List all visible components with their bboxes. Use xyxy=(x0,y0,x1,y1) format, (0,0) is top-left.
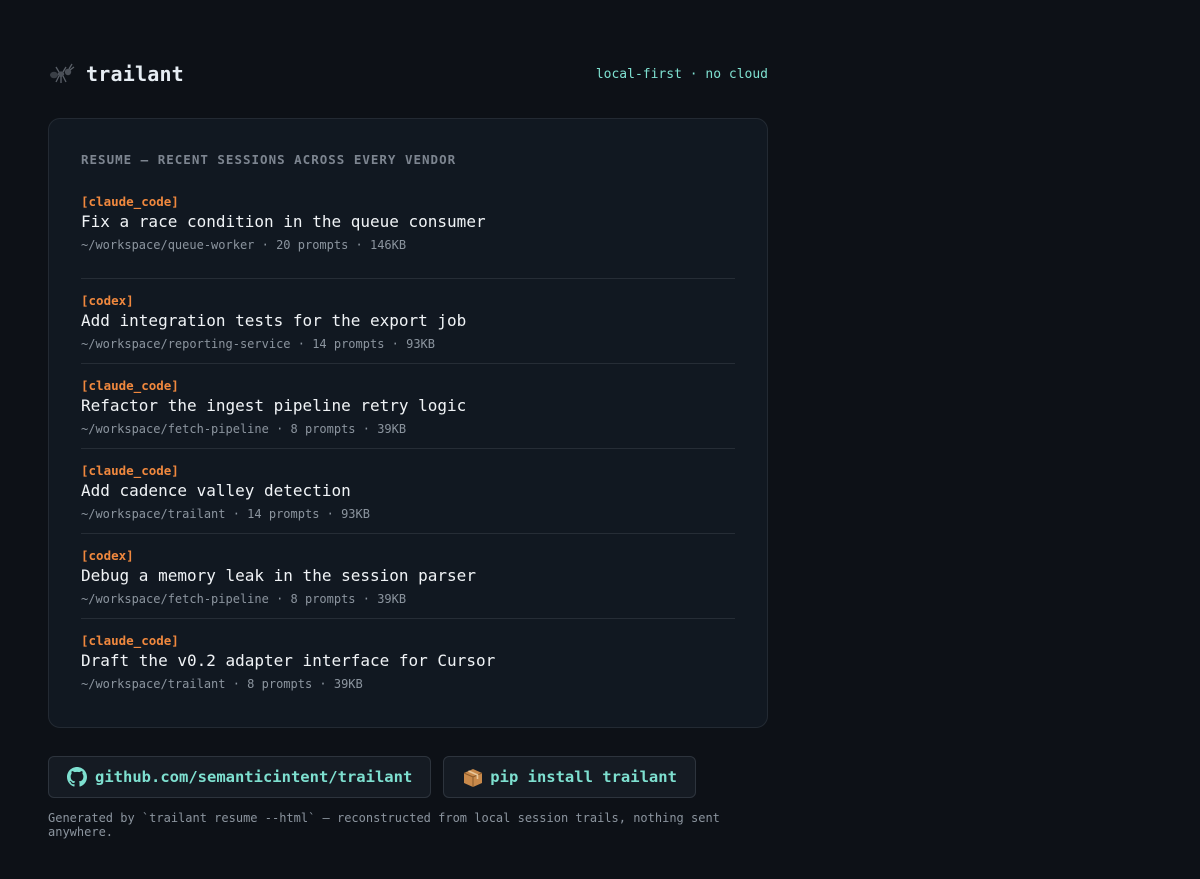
tagline: local-first · no cloud xyxy=(595,66,768,82)
session-title: Draft the v0.2 adapter interface for Cur… xyxy=(81,651,496,670)
session-vendor: [claude_code] xyxy=(81,378,179,393)
session-vendor: [codex] xyxy=(81,293,134,308)
action-buttons: github.com/semanticintent/trailant pip i… xyxy=(48,756,696,798)
session-vendor: [codex] xyxy=(81,548,134,563)
sessions-card: RESUME — RECENT SESSIONS ACROSS EVERY VE… xyxy=(48,118,768,728)
session-title: Refactor the ingest pipeline retry logic xyxy=(81,396,467,415)
session-meta: ~/workspace/fetch-pipeline · 8 prompts ·… xyxy=(81,422,407,436)
session-item[interactable]: [claude_code] Add cadence valley detecti… xyxy=(81,449,735,534)
footer-note: Generated by `trailant resume --html` — … xyxy=(48,811,720,839)
session-list: [claude_code] Fix a race condition in th… xyxy=(81,194,735,704)
session-item[interactable]: [codex] Add integration tests for the ex… xyxy=(81,279,735,364)
session-title: Fix a race condition in the queue consum… xyxy=(81,212,486,231)
session-vendor: [claude_code] xyxy=(81,194,179,209)
github-link-button[interactable]: github.com/semanticintent/trailant xyxy=(48,756,432,798)
pip-install-button[interactable]: pip install trailant xyxy=(443,756,696,798)
brand-name: trailant xyxy=(86,62,184,86)
github-icon xyxy=(67,767,87,787)
session-meta: ~/workspace/queue-worker · 20 prompts · … xyxy=(81,238,407,252)
package-icon xyxy=(462,767,483,787)
pip-install-label: pip install trailant xyxy=(490,768,677,786)
ant-icon xyxy=(48,60,76,88)
github-link-label: github.com/semanticintent/trailant xyxy=(95,768,413,786)
session-meta: ~/workspace/fetch-pipeline · 8 prompts ·… xyxy=(81,592,407,606)
session-vendor: [claude_code] xyxy=(81,633,179,648)
session-item[interactable]: [codex] Debug a memory leak in the sessi… xyxy=(81,534,735,619)
session-title: Add integration tests for the export job xyxy=(81,311,467,330)
session-item[interactable]: [claude_code] Refactor the ingest pipeli… xyxy=(81,364,735,449)
session-title: Debug a memory leak in the session parse… xyxy=(81,566,476,585)
brand: trailant xyxy=(48,60,184,88)
session-meta: ~/workspace/reporting-service · 14 promp… xyxy=(81,337,436,351)
header: trailant local-first · no cloud xyxy=(48,58,768,90)
session-item[interactable]: [claude_code] Fix a race condition in th… xyxy=(81,194,735,279)
session-item[interactable]: [claude_code] Draft the v0.2 adapter int… xyxy=(81,619,735,704)
session-meta: ~/workspace/trailant · 14 prompts · 93KB xyxy=(81,507,370,521)
session-meta: ~/workspace/trailant · 8 prompts · 39KB xyxy=(81,677,363,691)
session-title: Add cadence valley detection xyxy=(81,481,351,500)
session-vendor: [claude_code] xyxy=(81,463,179,478)
section-title: RESUME — RECENT SESSIONS ACROSS EVERY VE… xyxy=(81,152,457,167)
